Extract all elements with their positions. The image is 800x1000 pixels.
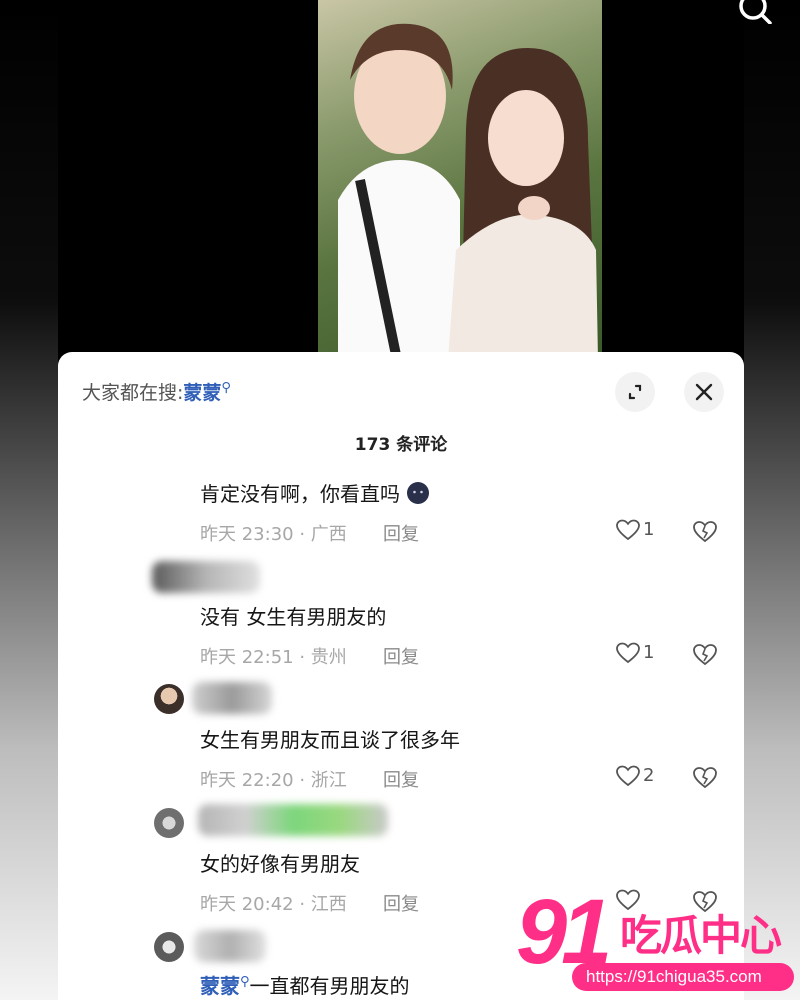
expand-icon	[628, 384, 642, 400]
username-blurred	[152, 561, 260, 593]
search-icon: ⚲	[221, 380, 231, 396]
reply-button[interactable]: 回复	[383, 520, 419, 546]
heart-icon	[616, 642, 640, 664]
comment-meta: 昨天 20:42 · 江西	[200, 894, 347, 915]
like-count: 2	[643, 765, 655, 786]
search-icon[interactable]	[738, 0, 776, 24]
reply-button[interactable]: 回复	[383, 890, 419, 916]
like-button[interactable]: 2	[615, 764, 657, 790]
broken-heart-icon[interactable]	[691, 764, 719, 790]
comment-meta: 昨天 22:51 · 贵州	[200, 647, 347, 668]
video-frame	[318, 0, 602, 352]
person-right-image	[448, 48, 598, 352]
comment-meta: 昨天 22:20 · 浙江	[200, 770, 347, 791]
site-watermark: 91 吃瓜中心 https://91chigua35.com	[516, 884, 800, 1000]
broken-heart-icon[interactable]	[691, 518, 719, 544]
heart-icon	[616, 765, 640, 787]
comment-text: 女生有男朋友而且谈了很多年	[200, 728, 460, 752]
like-count: 1	[643, 642, 655, 663]
close-button[interactable]	[684, 372, 724, 412]
right-backdrop	[744, 0, 800, 1000]
hot-search-term[interactable]: 蒙蒙	[183, 382, 221, 404]
reply-button[interactable]: 回复	[383, 766, 419, 792]
video-player[interactable]	[58, 0, 772, 360]
username-blurred	[198, 804, 388, 836]
avatar[interactable]	[154, 808, 184, 838]
comment-text: 肯定没有啊，你看直吗	[200, 478, 430, 507]
smiling-face-emoji	[407, 482, 430, 504]
like-button[interactable]: 1	[615, 518, 657, 544]
watermark-url: https://91chigua35.com	[572, 963, 794, 991]
comment-item: 没有 女生有男朋友的 昨天 22:51 · 贵州 回复 1	[58, 557, 744, 669]
comment-text: 女的好像有男朋友	[200, 852, 360, 876]
avatar[interactable]	[154, 932, 184, 962]
username-blurred	[194, 930, 266, 962]
left-backdrop	[0, 0, 58, 1000]
close-icon	[695, 383, 713, 401]
comment-meta: 昨天 23:30 · 广西	[200, 524, 347, 545]
reply-button[interactable]: 回复	[383, 643, 419, 669]
comment-body: 肯定没有啊，你看直吗	[200, 482, 400, 506]
watermark-name: 吃瓜中心	[620, 911, 782, 960]
username-blurred	[192, 682, 272, 714]
hot-search-prefix: 大家都在搜:	[82, 382, 184, 404]
mention-link[interactable]: 蒙蒙	[200, 974, 240, 998]
expand-button[interactable]	[615, 372, 655, 412]
comment-item: 肯定没有啊，你看直吗 昨天 23:30 · 广西 回复 1	[58, 462, 744, 545]
broken-heart-icon[interactable]	[691, 641, 719, 667]
like-count: 1	[643, 519, 655, 540]
hot-search-suggestion[interactable]: 大家都在搜:蒙蒙⚲	[82, 378, 231, 405]
comment-item: 女生有男朋友而且谈了很多年 昨天 22:20 · 浙江 回复 2	[58, 680, 744, 792]
avatar[interactable]	[154, 684, 184, 714]
like-button[interactable]: 1	[615, 641, 657, 667]
heart-icon	[616, 519, 640, 541]
comment-body: 一直都有男朋友的	[249, 974, 410, 998]
search-icon: ⚲	[240, 974, 250, 990]
comment-text: 没有 女生有男朋友的	[200, 605, 387, 629]
comment-text: 蒙蒙⚲一直都有男朋友的	[200, 970, 410, 999]
comment-count: 173 条评论	[354, 435, 448, 455]
